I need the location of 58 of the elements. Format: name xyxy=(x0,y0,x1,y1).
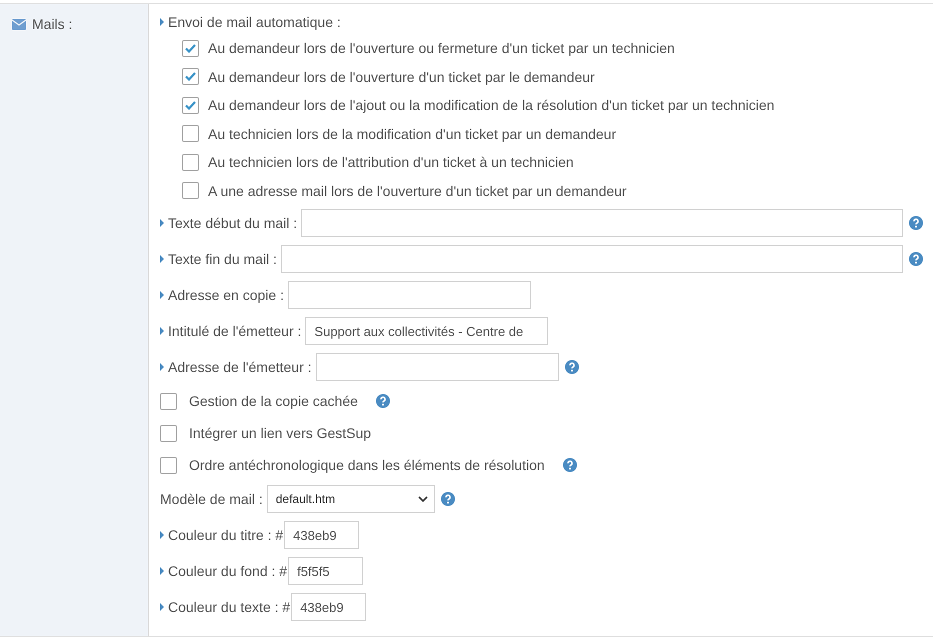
text-field[interactable] xyxy=(316,353,559,381)
field-label: Adresse de l'émetteur : xyxy=(160,359,312,375)
help-icon[interactable] xyxy=(440,492,455,506)
help-icon[interactable] xyxy=(376,394,390,408)
checkbox-label: Au demandeur lors de l'ouverture ou fermeture d'un ticket par un technicien xyxy=(208,40,675,56)
text-field[interactable]: Support aux collectivités - Centre de xyxy=(305,317,548,345)
checkbox-label: Intégrer un lien vers GestSup xyxy=(189,425,372,441)
field-label: Adresse en copie : xyxy=(160,287,284,303)
caret-icon xyxy=(160,255,164,263)
color-field[interactable]: 438eb9 xyxy=(291,593,366,621)
help-icon[interactable] xyxy=(562,458,577,472)
caret-icon xyxy=(160,363,164,371)
checkbox-label: Au demandeur lors de l'ajout ou la modification de la résolution d'un ticket par un technicien xyxy=(208,97,774,114)
help-icon[interactable] xyxy=(909,216,923,230)
field-label: Texte début du mail : xyxy=(160,215,298,231)
check-icon xyxy=(185,72,196,82)
field-label: Couleur du texte : # xyxy=(160,599,290,615)
text-field[interactable] xyxy=(288,281,531,309)
color-field[interactable]: 438eb9 xyxy=(284,521,360,549)
caret-icon xyxy=(160,291,164,299)
checkbox-label: Au technicien lors de la modification d'un ticket par un demandeur xyxy=(208,126,616,142)
checkbox-label: Gestion de la copie cachée xyxy=(189,393,358,409)
field-label: Couleur du titre : # xyxy=(160,527,284,543)
caret-icon xyxy=(160,603,164,611)
help-icon[interactable] xyxy=(564,360,579,374)
checkbox[interactable] xyxy=(160,456,177,474)
checkbox[interactable] xyxy=(182,125,199,142)
caret-icon xyxy=(160,219,164,227)
help-icon[interactable] xyxy=(909,252,923,266)
checkbox[interactable] xyxy=(182,154,199,171)
checkbox[interactable] xyxy=(182,68,199,86)
checkbox-label: Ordre antéchronologique dans les éléments de résolution xyxy=(189,457,545,473)
checkbox-label: Au technicien lors de l'attribution d'un ticket à un technicien xyxy=(208,154,574,170)
checkbox-label: A une adresse mail lors de l'ouverture d'un ticket par un demandeur xyxy=(208,182,627,199)
field-label: Modèle de mail : xyxy=(160,491,263,507)
checkbox[interactable] xyxy=(182,96,199,114)
check-icon xyxy=(185,44,196,53)
group-label: Envoi de mail automatique : xyxy=(160,14,923,30)
section-label: Mails : xyxy=(32,16,72,32)
chevron-icon xyxy=(418,496,428,502)
checkbox[interactable] xyxy=(160,392,177,410)
checkbox-label: Au demandeur lors de l'ouverture d'un ticket par le demandeur xyxy=(208,68,595,85)
caret-icon xyxy=(160,531,164,539)
field-label: Texte fin du mail : xyxy=(160,251,277,267)
envelope-icon xyxy=(12,19,26,30)
checkbox[interactable] xyxy=(160,424,177,442)
text-field[interactable] xyxy=(280,245,903,273)
caret-icon xyxy=(160,567,164,575)
field-label: Couleur du fond : # xyxy=(160,563,288,579)
color-field[interactable]: f5f5f5 xyxy=(288,557,364,585)
caret-icon xyxy=(160,18,164,26)
check-icon xyxy=(185,100,196,110)
checkbox[interactable] xyxy=(182,182,199,200)
template-dropdown[interactable]: default.htm xyxy=(266,485,435,513)
text-field[interactable] xyxy=(301,209,903,237)
field-label: Intitulé de l'émetteur : xyxy=(160,323,302,339)
checkbox[interactable] xyxy=(182,40,199,57)
caret-icon xyxy=(160,327,164,335)
